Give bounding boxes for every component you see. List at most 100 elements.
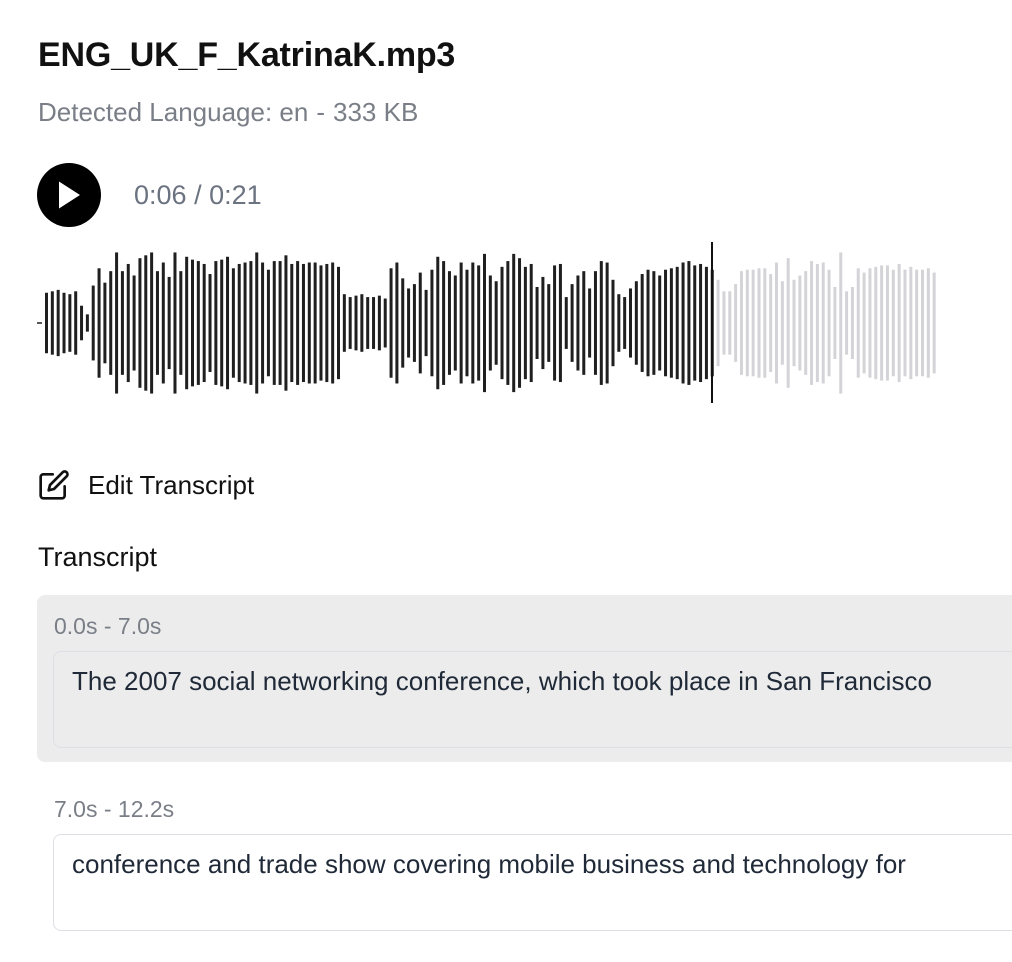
waveform-bar-played (623, 297, 627, 349)
waveform-bar-played (477, 265, 481, 381)
waveform-bar-played (354, 295, 358, 351)
waveform-bar-played (255, 252, 259, 394)
waveform-bar-played (45, 292, 48, 354)
edit-transcript-label: Edit Transcript (88, 469, 255, 500)
waveform-bar-played (97, 268, 101, 378)
waveform-bar-played (547, 284, 551, 362)
waveform-bar-played (231, 268, 235, 378)
waveform-bar-played (179, 271, 183, 375)
waveform-bar-unplayed (921, 269, 924, 377)
waveform-bar-played (558, 263, 562, 383)
waveform-bar-unplayed (821, 262, 825, 384)
waveform-bar-unplayed (891, 269, 895, 377)
waveform-bar-unplayed (786, 258, 790, 388)
waveform-bar-unplayed (850, 287, 854, 359)
waveform-bar-played (442, 261, 446, 385)
waveform-bar-played (506, 261, 510, 385)
waveform-bar-played (313, 262, 317, 384)
waveform-bar-played (593, 271, 597, 375)
waveform-bar-unplayed (903, 269, 907, 377)
waveform-bar-played (243, 262, 247, 384)
file-title: ENG_UK_F_KatrinaK.mp3 (38, 36, 456, 74)
waveform-bar-unplayed (734, 284, 738, 362)
waveform-bar-played (366, 297, 370, 349)
waveform-bar-played (62, 292, 66, 354)
waveform-bar-played (249, 261, 253, 385)
file-size: 333 KB (333, 97, 419, 127)
waveform-bar-played (424, 289, 428, 357)
waveform-bar-unplayed (722, 291, 726, 355)
waveform-bar-unplayed (780, 281, 784, 365)
segment-time-range: 7.0s - 12.2s (54, 796, 175, 822)
waveform-bar-unplayed (874, 266, 878, 380)
waveform-bar-unplayed (885, 265, 889, 381)
waveform-bar-unplayed (769, 274, 773, 372)
waveform-bar-unplayed (827, 269, 831, 377)
waveform-bar-unplayed (804, 271, 808, 375)
waveform-bar-unplayed (757, 268, 761, 378)
waveform-bar-played (494, 281, 498, 365)
waveform-bar-played (430, 269, 434, 377)
waveform-bar-played (348, 297, 352, 349)
waveform-bar-played (407, 288, 411, 358)
waveform-bar-played (56, 289, 60, 357)
total-duration: 0:21 (209, 180, 262, 210)
waveform-bar-played (301, 263, 305, 383)
waveform-bar-played (395, 262, 399, 384)
waveform-bar-unplayed (897, 263, 901, 383)
waveform-bar-unplayed (862, 272, 866, 374)
waveform-bar-played (103, 282, 107, 364)
waveform-bar-played (325, 263, 329, 383)
waveform-bar-played (634, 281, 638, 365)
waveform-bar-played (290, 263, 294, 383)
waveform-bar-played (214, 261, 218, 385)
waveform-bar-played (266, 269, 270, 377)
waveform-bar-unplayed (915, 269, 919, 377)
waveform-bar-unplayed (775, 262, 778, 384)
play-icon (56, 180, 82, 210)
waveform-bar-played (523, 266, 527, 380)
waveform-bar-played (483, 253, 486, 393)
waveform-bar-played (372, 297, 376, 349)
transcript-segment[interactable]: 7.0s - 12.2s conference and trade show c… (37, 778, 1012, 948)
waveform-bar-unplayed (926, 268, 930, 378)
waveform-bar-played (115, 252, 119, 394)
segment-text-field[interactable]: The 2007 social networking conference, w… (53, 651, 1012, 748)
meta-separator: - (316, 97, 326, 127)
segment-text-field[interactable]: conference and trade show covering mobil… (53, 834, 1012, 931)
waveform-bar-unplayed (763, 268, 767, 378)
edit-transcript-button[interactable]: Edit Transcript (38, 469, 254, 501)
waveform-bar-played (599, 261, 603, 385)
waveform-bar-played (412, 284, 416, 362)
waveform-bar-played (640, 274, 644, 372)
waveform-bar-unplayed (868, 268, 872, 378)
waveform-bar-played (459, 262, 463, 384)
waveform-bar-unplayed (739, 271, 743, 375)
waveform-bar-unplayed (728, 291, 732, 355)
waveform-bar-played (669, 268, 673, 378)
waveform-bar-unplayed (932, 272, 936, 374)
audio-waveform[interactable] (0, 236, 1012, 412)
waveform-bar-unplayed (845, 291, 849, 355)
waveform-bar-unplayed (810, 261, 814, 385)
waveform-bar-played (74, 291, 78, 355)
waveform-bar-played (383, 298, 387, 348)
waveform-bar-unplayed (792, 279, 796, 367)
waveform-bar-played (582, 271, 586, 375)
waveform-bar-played (704, 266, 708, 380)
play-button[interactable] (37, 163, 101, 227)
waveform-bar-played (144, 255, 148, 391)
waveform-bar-played (337, 266, 340, 380)
waveform-bar-played (529, 263, 533, 383)
waveform-bar-played (307, 262, 311, 384)
waveform-bar-played (588, 288, 592, 358)
waveform-bar-played (436, 256, 440, 390)
waveform-bar-played (418, 272, 422, 374)
waveform-bar-played (646, 269, 650, 377)
waveform-bar-played (173, 252, 177, 394)
segment-time-range: 0.0s - 7.0s (54, 613, 162, 639)
transcript-segment[interactable]: 0.0s - 7.0s The 2007 social networking c… (37, 595, 1012, 762)
current-time: 0:06 (134, 180, 187, 210)
waveform-bar-played (541, 276, 545, 370)
waveform-bar-played (109, 271, 113, 375)
